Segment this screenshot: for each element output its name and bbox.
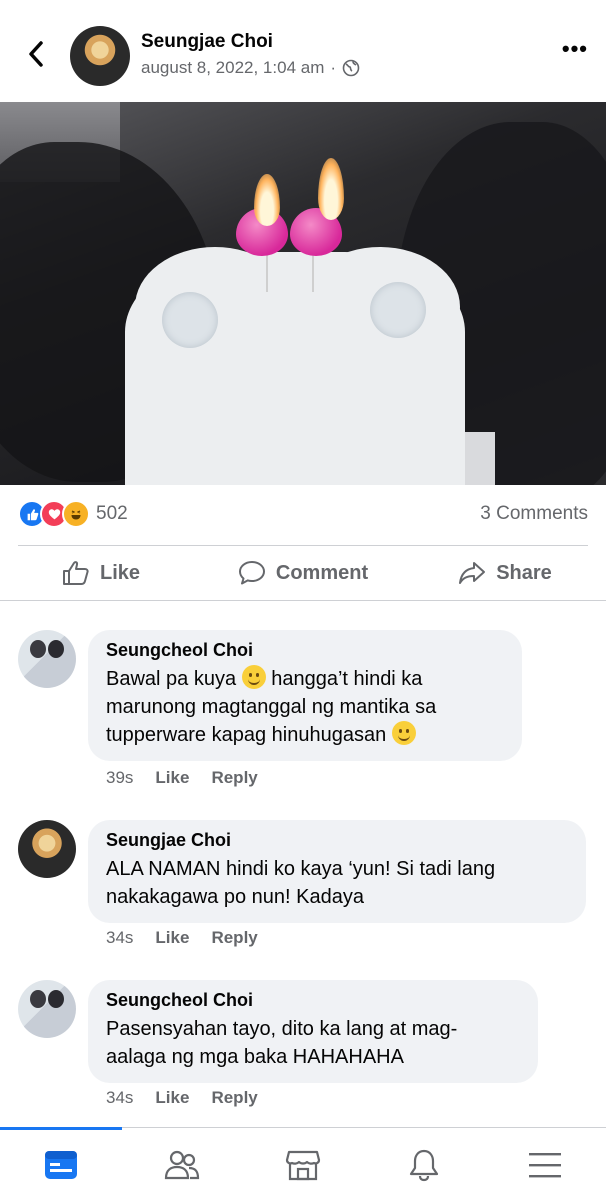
nav-feed-tab[interactable] bbox=[0, 1128, 121, 1201]
commenter-avatar[interactable] bbox=[18, 630, 76, 688]
comment-bubble[interactable]: Seungcheol Choi Bawal pa kuya hangga’t h… bbox=[88, 630, 522, 761]
comment-text: Pasensyahan tayo, dito ka lang at mag- a… bbox=[106, 1015, 520, 1071]
post-meta: august 8, 2022, 1:04 am · bbox=[141, 58, 360, 78]
comment-time: 34s bbox=[106, 928, 134, 947]
author-name[interactable]: Seungjae Choi bbox=[141, 31, 273, 53]
photo-detail bbox=[370, 282, 426, 338]
comment-icon bbox=[238, 561, 265, 585]
comment-meta: 34s Like Reply bbox=[106, 1088, 258, 1108]
nav-notifications-tab[interactable] bbox=[364, 1128, 485, 1201]
globe-icon bbox=[342, 59, 360, 77]
nav-menu-tab[interactable] bbox=[485, 1128, 606, 1201]
marketplace-icon bbox=[285, 1150, 321, 1180]
comment-text: ALA NAMAN hindi ko kaya ‘yun! Si tadi la… bbox=[106, 855, 568, 911]
feed-icon bbox=[44, 1150, 77, 1179]
comments-count[interactable]: 3 Comments bbox=[480, 503, 588, 525]
comment-time: 39s bbox=[106, 768, 134, 787]
comment-reply-button[interactable]: Reply bbox=[211, 1088, 257, 1108]
post-action-bar: Like Comment Share bbox=[0, 546, 606, 600]
notifications-icon bbox=[410, 1149, 439, 1181]
comment-bubble[interactable]: Seungjae Choi ALA NAMAN hindi ko kaya ‘y… bbox=[88, 820, 586, 923]
comment-line: tupperware kapag hinuhugasan bbox=[106, 724, 387, 746]
menu-icon bbox=[529, 1152, 562, 1177]
nav-friends-tab[interactable] bbox=[121, 1128, 242, 1201]
like-button[interactable]: Like bbox=[0, 560, 202, 586]
meta-separator: · bbox=[330, 58, 337, 77]
comment-reply-button[interactable]: Reply bbox=[211, 928, 257, 948]
commenter-name[interactable]: Seungcheol Choi bbox=[106, 990, 520, 1011]
reaction-icons[interactable] bbox=[18, 500, 90, 528]
photo-detail bbox=[312, 252, 314, 292]
comment-meta: 39s Like Reply bbox=[106, 768, 258, 788]
chevron-left-icon bbox=[29, 41, 43, 67]
nav-marketplace-tab[interactable] bbox=[242, 1128, 363, 1201]
comment-line: Bawal pa kuya bbox=[106, 668, 237, 690]
share-icon bbox=[459, 562, 486, 584]
comment-like-button[interactable]: Like bbox=[155, 768, 189, 788]
comment-line: hangga’t hindi ka bbox=[271, 668, 423, 690]
more-icon: ••• bbox=[561, 36, 588, 61]
share-button[interactable]: Share bbox=[404, 560, 606, 586]
commenter-avatar[interactable] bbox=[18, 980, 76, 1038]
photo-detail bbox=[266, 252, 268, 292]
bottom-nav bbox=[0, 1127, 606, 1201]
comment-line: marunong magtanggal ng mantika sa bbox=[106, 696, 437, 718]
comment-reply-button[interactable]: Reply bbox=[211, 768, 257, 788]
comment-time: 34s bbox=[106, 1088, 134, 1107]
like-label: Like bbox=[99, 561, 141, 584]
divider bbox=[0, 600, 606, 601]
post-photo[interactable] bbox=[0, 102, 606, 485]
comment-text: Bawal pa kuya hangga’t hindi ka marunong… bbox=[106, 665, 504, 749]
comment-line: aalaga ng mga baka HAHAHAHA bbox=[106, 1046, 404, 1068]
author-avatar[interactable] bbox=[70, 26, 130, 86]
more-options-button[interactable]: ••• bbox=[562, 36, 588, 62]
flame-illustration bbox=[254, 174, 280, 226]
like-icon bbox=[62, 561, 89, 585]
post-timestamp[interactable]: august 8, 2022, 1:04 am bbox=[141, 58, 324, 78]
comment-bubble[interactable]: Seungcheol Choi Pasensyahan tayo, dito k… bbox=[88, 980, 538, 1083]
back-button[interactable] bbox=[22, 38, 50, 70]
comment-line: ALA NAMAN hindi ko kaya ‘yun! Si tadi la… bbox=[106, 858, 496, 880]
flame-illustration bbox=[318, 158, 344, 220]
post-header: Seungjae Choi august 8, 2022, 1:04 am · … bbox=[0, 0, 606, 102]
haha-reaction-icon bbox=[62, 500, 90, 528]
reaction-count[interactable]: 502 bbox=[96, 503, 128, 525]
comment-line: Pasensyahan tayo, dito ka lang at mag- bbox=[106, 1018, 458, 1040]
comment-line: nakakagawa po nun! Kadaya bbox=[106, 886, 364, 908]
commenter-name[interactable]: Seungcheol Choi bbox=[106, 640, 504, 661]
active-tab-indicator bbox=[0, 1127, 122, 1130]
comment-like-button[interactable]: Like bbox=[155, 928, 189, 948]
comment-like-button[interactable]: Like bbox=[155, 1088, 189, 1108]
friends-icon bbox=[164, 1150, 199, 1179]
comment-meta: 34s Like Reply bbox=[106, 928, 258, 948]
smile-emoji-icon bbox=[391, 721, 416, 745]
share-label: Share bbox=[496, 561, 552, 584]
comment-label: Comment bbox=[275, 561, 369, 584]
smile-emoji-icon bbox=[241, 665, 266, 689]
commenter-name[interactable]: Seungjae Choi bbox=[106, 830, 568, 851]
photo-detail bbox=[162, 292, 218, 348]
commenter-avatar[interactable] bbox=[18, 820, 76, 878]
comment-button[interactable]: Comment bbox=[202, 560, 404, 586]
